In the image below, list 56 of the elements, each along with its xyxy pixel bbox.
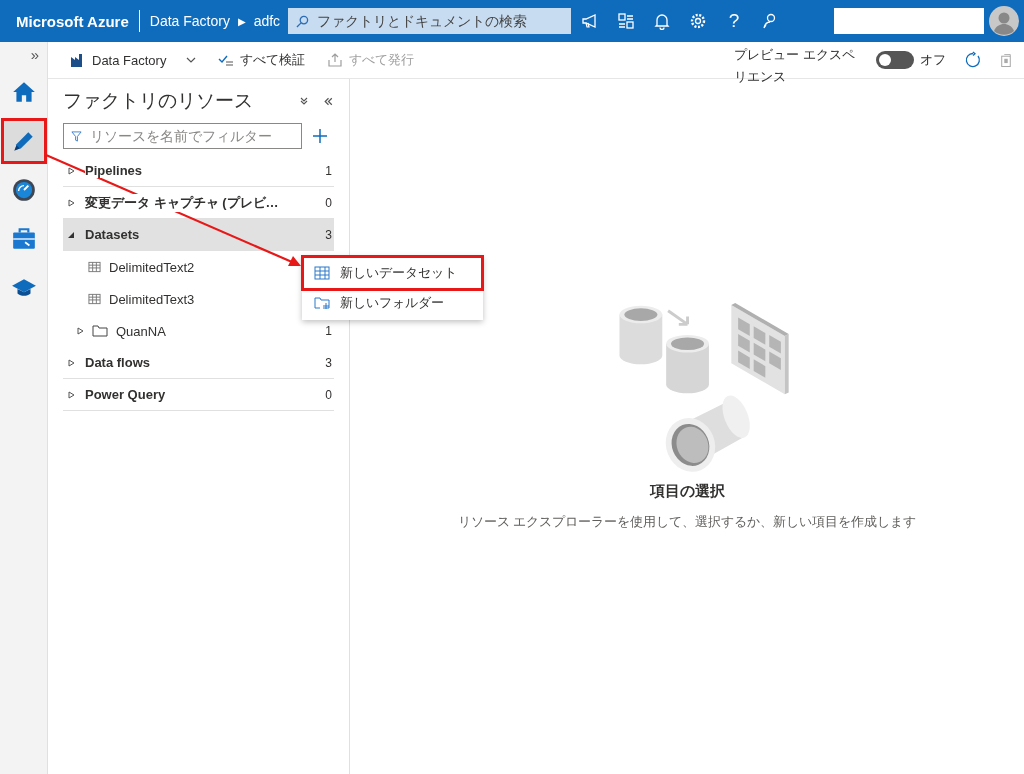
item-count: 0 xyxy=(325,195,332,210)
table-icon xyxy=(88,293,101,305)
tree-folder-row[interactable]: QuanNA 1 xyxy=(63,315,334,347)
expand-rail-button[interactable]: » xyxy=(30,46,39,72)
empty-state-title: 項目の選択 xyxy=(649,482,725,501)
filter-icon xyxy=(71,130,82,142)
chevron-down-icon xyxy=(186,55,197,65)
category-label: Datasets xyxy=(85,227,140,242)
directory-icon[interactable] xyxy=(617,12,635,30)
category-label: 変更データ キャプチャ (プレビ… xyxy=(85,193,279,212)
tree-item-label: QuanNA xyxy=(116,323,166,339)
category-label: Data flows xyxy=(85,355,150,370)
breadcrumb-separator: ▶ xyxy=(237,15,246,27)
category-label: Power Query xyxy=(85,387,166,402)
collapsed-triangle-icon xyxy=(67,198,75,207)
preview-experience-label: プレビュー エクスペリエンス xyxy=(734,46,856,86)
search-icon xyxy=(296,14,309,28)
folder-icon xyxy=(92,325,108,337)
collapsed-triangle-icon xyxy=(67,358,75,367)
toolbox-icon xyxy=(10,226,37,252)
expanded-triangle-icon xyxy=(67,230,75,239)
refresh-icon[interactable] xyxy=(964,51,982,69)
breadcrumb-link[interactable]: Data Factory xyxy=(149,13,230,29)
table-icon xyxy=(88,261,101,273)
settings-icon[interactable] xyxy=(689,12,707,30)
megaphone-icon[interactable] xyxy=(581,12,599,30)
folder-plus-icon xyxy=(314,296,330,310)
tree-item-label: DelimitedText3 xyxy=(109,291,195,307)
item-count: 1 xyxy=(325,163,332,178)
item-count: 1 xyxy=(325,324,332,338)
filter-field[interactable]: リソースを名前でフィルター xyxy=(63,123,302,149)
category-label: Pipelines xyxy=(85,163,143,178)
empty-state-description: リソース エクスプローラーを使用して、選択するか、新しい項目を作成します xyxy=(457,513,917,531)
bell-icon[interactable] xyxy=(653,12,671,30)
upload-icon xyxy=(327,52,344,68)
pane-title: ファクトリのリソース xyxy=(63,89,254,113)
add-icon[interactable] xyxy=(312,128,328,144)
author-rail-item[interactable] xyxy=(3,121,44,161)
collapse-all-icon[interactable] xyxy=(299,96,309,106)
tree-item-label: DelimitedText2 xyxy=(109,259,195,275)
avatar-icon[interactable] xyxy=(989,6,1019,36)
gauge-icon xyxy=(10,177,37,203)
factory-dropdown[interactable]: Data Factory xyxy=(70,52,197,68)
search-field[interactable]: ファクトリとドキュメントの検索 xyxy=(288,8,571,34)
breadcrumb-link[interactable]: adfc xyxy=(253,13,282,29)
item-count: 3 xyxy=(325,355,332,370)
collapsed-triangle-icon xyxy=(67,390,75,399)
item-count: 3 xyxy=(325,227,332,242)
tree-category-row[interactable]: Datasets 3 xyxy=(63,219,334,251)
table-icon xyxy=(314,266,330,280)
help-button[interactable]: ? xyxy=(725,11,743,31)
validate-all-button[interactable]: すべて検証 xyxy=(218,51,306,69)
collapse-pane-icon[interactable] xyxy=(323,95,334,107)
collapsed-triangle-icon xyxy=(67,166,75,175)
item-count: 0 xyxy=(325,387,332,402)
brand-title[interactable]: Microsoft Azure xyxy=(0,12,129,30)
